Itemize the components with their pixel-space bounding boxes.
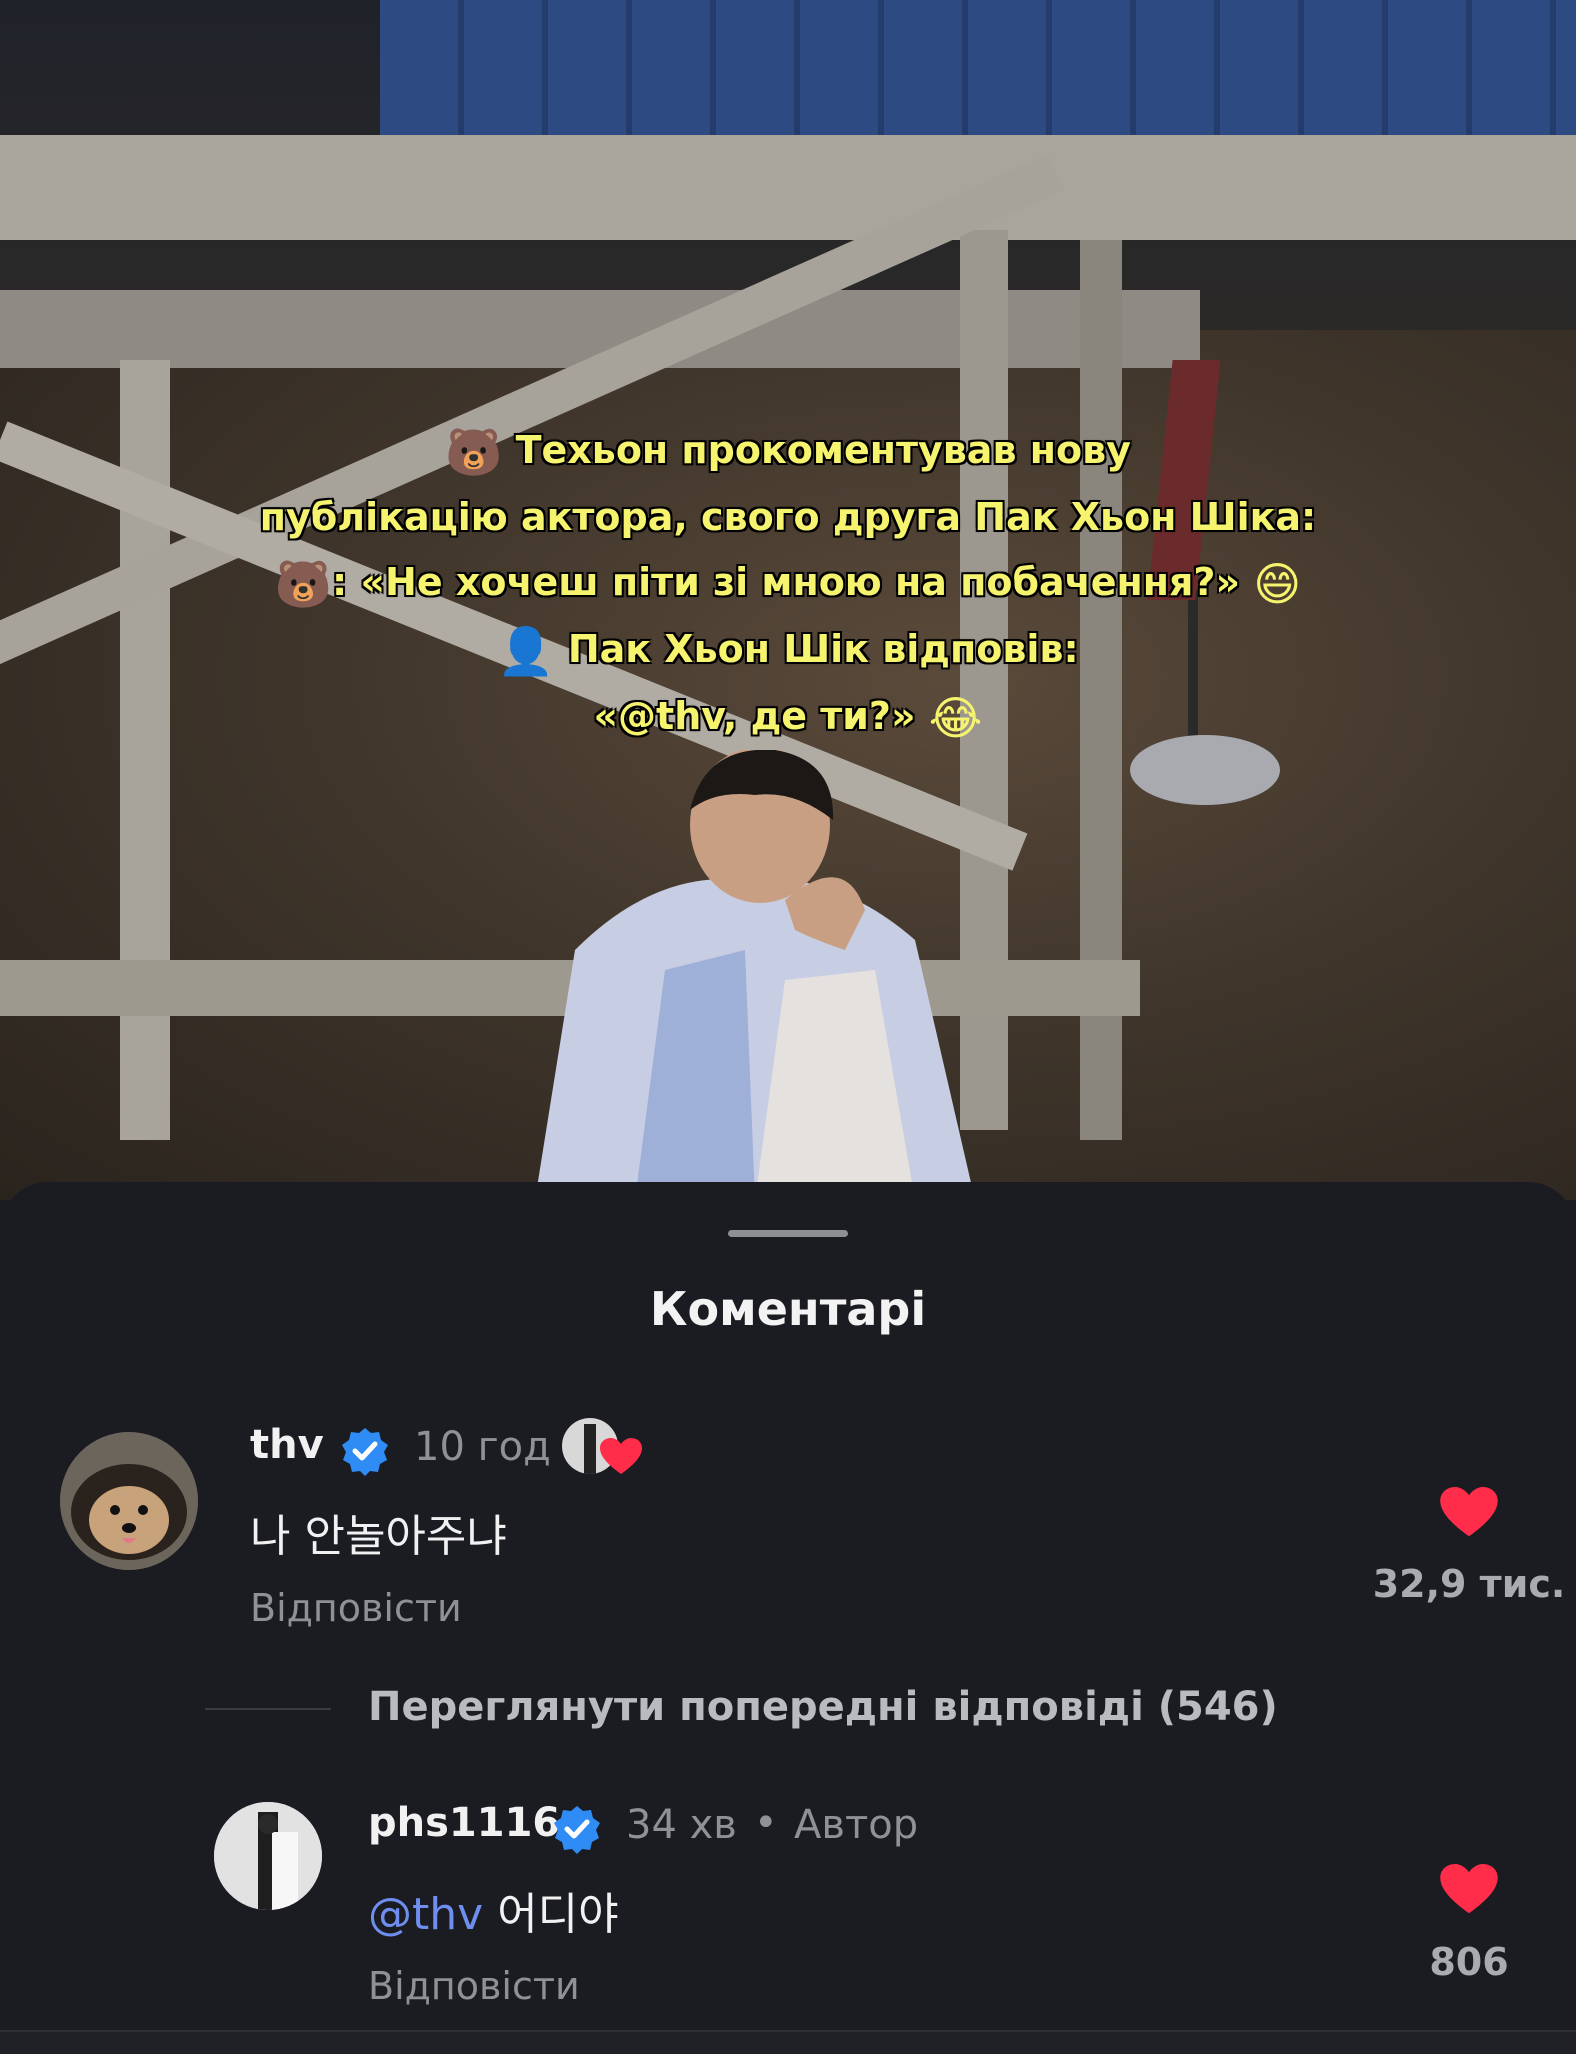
lifeguard-hut-wall — [380, 0, 1576, 140]
caption-line-2: публікацію актора, свого друга Пак Хьон … — [259, 495, 1317, 539]
bear-face-icon: 🐻 — [274, 557, 333, 611]
caption-line-4: Пак Хьон Шік відповів: — [567, 627, 1079, 671]
sheet-title: Коментарі — [649, 1282, 927, 1336]
like-count: 806 — [1429, 1940, 1509, 1984]
verified-badge-icon — [342, 1428, 388, 1476]
reply-button[interactable]: Відповісти — [250, 1586, 462, 1630]
like-heart-icon[interactable] — [1440, 1487, 1498, 1539]
tears-of-joy-icon: 😂 — [928, 691, 983, 745]
reply-button[interactable]: Відповісти — [368, 1964, 580, 2008]
grinning-face-icon: 😄 — [1253, 557, 1302, 611]
comment-time: 10 год — [414, 1424, 551, 1470]
comment-time: 34 хв — [626, 1802, 737, 1848]
comment-text-row: @thv 어디야 — [368, 1878, 619, 1942]
creator-liked-icon — [562, 1418, 642, 1480]
bear-face-icon: 🐻 — [445, 425, 503, 479]
replies-divider — [205, 1708, 331, 1710]
sheet-drag-handle[interactable] — [728, 1230, 848, 1237]
comments-sheet: Коментарі thv 10 год 나 안놀아주냐 Відповісти … — [0, 1182, 1576, 2052]
heart-icon — [600, 1438, 642, 1474]
comment-username[interactable]: thv — [250, 1422, 324, 1468]
deck-beam — [0, 135, 1576, 240]
comment-input-bar-edge — [0, 2030, 1576, 2054]
mention-link[interactable]: @thv — [368, 1889, 483, 1940]
video-caption: 🐻 Техьон прокоментував нову публікацію а… — [0, 418, 1576, 751]
verified-badge-icon — [554, 1806, 600, 1854]
person-avatar-icon — [214, 1802, 322, 1910]
comment-username[interactable]: phs1116 — [368, 1800, 560, 1846]
video-frame[interactable]: 🐻 Техьон прокоментував нову публікацію а… — [0, 0, 1576, 1200]
comment-text: 어디야 — [497, 1889, 619, 1940]
caption-line-5: «@thv, де ти?» — [593, 694, 916, 738]
like-count: 32,9 тис. — [1372, 1562, 1566, 1606]
caption-line-3: : «Не хочеш піти зі мною на побачення?» — [332, 560, 1241, 604]
avatar-thv[interactable] — [60, 1432, 198, 1570]
person-figure — [535, 750, 975, 1200]
meta-separator: • — [754, 1800, 778, 1846]
like-heart-icon[interactable] — [1440, 1864, 1498, 1916]
comment-text: 나 안놀아주냐 — [250, 1511, 507, 1562]
bust-silhouette-icon: 👤 — [497, 624, 555, 678]
author-badge: Автор — [794, 1802, 919, 1848]
dog-avatar-icon — [60, 1432, 198, 1570]
caption-line-1: Техьон прокоментував нову — [515, 428, 1131, 472]
view-previous-replies-button[interactable]: Переглянути попередні відповіді (546) — [368, 1684, 1278, 1730]
avatar-phs1116[interactable] — [214, 1802, 322, 1910]
